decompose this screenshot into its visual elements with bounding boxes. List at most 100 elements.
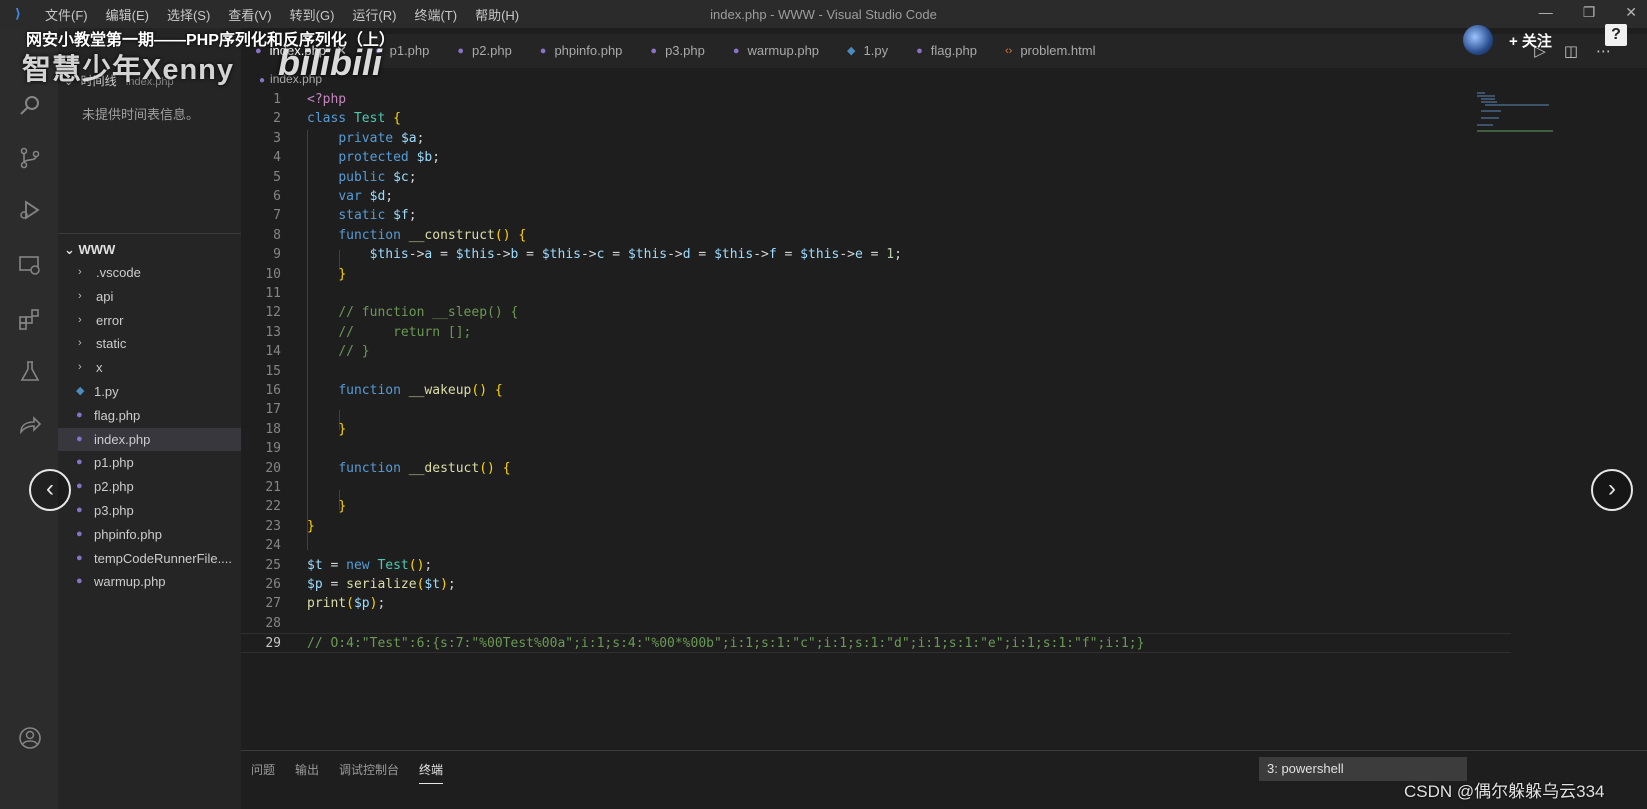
code-line[interactable]: 23} (241, 517, 1511, 537)
follow-button[interactable]: + 关注 (1509, 30, 1552, 51)
file-p1-php[interactable]: ● p1.php (58, 451, 241, 475)
tab-flag-php[interactable]: ● flag.php (902, 34, 991, 68)
tab-warmup-php[interactable]: ● warmup.php (719, 34, 833, 68)
code-line[interactable]: 1 <?php (241, 90, 1511, 110)
code-line[interactable]: 27 print($p); (241, 594, 1511, 614)
php-file-icon: ● (76, 480, 83, 493)
tab-debug-console[interactable]: 调试控制台 (339, 761, 399, 784)
close-icon[interactable]: ✕ (1625, 4, 1637, 21)
maximize-icon[interactable]: ❐ (1583, 4, 1596, 21)
source-control-icon[interactable] (17, 146, 43, 172)
php-file-icon: ● (76, 575, 83, 588)
tab-1-py[interactable]: ◆ 1.py (833, 34, 902, 68)
code-line[interactable]: 3 private $a; (241, 129, 1511, 149)
file-p3-php[interactable]: ● p3.php (58, 499, 241, 523)
file-1-py[interactable]: ◆ 1.py (58, 380, 241, 404)
folder-api[interactable]: › api (58, 285, 241, 309)
code-text: print($p); (307, 596, 386, 612)
code-line[interactable]: 21 (241, 478, 1511, 498)
testing-flask-icon[interactable] (17, 360, 43, 386)
python-file-icon: ◆ (847, 45, 856, 57)
minimap-line (1477, 95, 1495, 97)
php-file-icon: ● (76, 408, 83, 421)
minimap[interactable] (1473, 90, 1563, 140)
code-line[interactable]: 15 (241, 362, 1511, 382)
code-line[interactable]: 28 (241, 614, 1511, 634)
timeline-empty-message: 未提供时间表信息。 (82, 107, 200, 122)
root-folder[interactable]: ⌄ WWW (58, 238, 241, 261)
code-line[interactable]: 17 (241, 400, 1511, 420)
file-phpinfo-php[interactable]: ● phpinfo.php (58, 523, 241, 547)
code-line[interactable]: 8 function __construct() { (241, 226, 1511, 246)
code-line[interactable]: 13 // return []; (241, 323, 1511, 343)
file-warmup-php[interactable]: ● warmup.php (58, 570, 241, 594)
folder-static[interactable]: › static (58, 332, 241, 356)
folder-error[interactable]: › error (58, 309, 241, 333)
file-explorer: ⌄ WWW › .vscode › api › error › static › x ◆ 1… (58, 238, 241, 594)
tab-label: problem.html (1020, 43, 1096, 58)
menu-terminal[interactable]: 终端(T) (405, 5, 466, 24)
help-icon[interactable]: ? (1605, 24, 1627, 46)
tab-phpinfo-php[interactable]: ● phpinfo.php (526, 34, 637, 68)
tab-p2-php[interactable]: ● p2.php (443, 34, 525, 68)
code-line[interactable]: 12 // function __sleep() { (241, 303, 1511, 323)
code-editor[interactable]: 1 <?php 2 class Test {3 private $a; 4 protec… (241, 90, 1647, 750)
previous-arrow-icon[interactable]: ‹ (29, 469, 71, 511)
tab-p3-php[interactable]: ● p3.php (636, 34, 718, 68)
code-line[interactable]: 19 (241, 439, 1511, 459)
folder-x[interactable]: › x (58, 356, 241, 380)
folder-vscode[interactable]: › .vscode (58, 261, 241, 285)
tab-problems[interactable]: 问题 (251, 761, 275, 784)
code-line[interactable]: 9 $this->a = $this->b = $this->c = $this… (241, 245, 1511, 265)
line-number: 7 (273, 208, 281, 224)
menu-go[interactable]: 转到(G) (281, 5, 344, 24)
code-line[interactable]: 11 (241, 284, 1511, 304)
window-controls: — ❐ ✕ (1539, 4, 1637, 21)
code-line[interactable]: 25 $t = new Test(); (241, 556, 1511, 576)
uploader-avatar[interactable] (1463, 25, 1493, 55)
code-line[interactable]: 6 var $d; (241, 187, 1511, 207)
code-line[interactable]: 18 } (241, 420, 1511, 440)
menu-selection[interactable]: 选择(S) (158, 5, 219, 24)
code-line[interactable]: 16 function __wakeup() { (241, 381, 1511, 401)
code-line[interactable]: 4 protected $b; (241, 148, 1511, 168)
vertical-scrollbar[interactable] (1633, 90, 1647, 750)
code-line[interactable]: 5 public $c; (241, 168, 1511, 188)
code-text: static $f; (338, 208, 417, 224)
account-icon[interactable] (17, 726, 43, 752)
line-number: 9 (273, 247, 281, 263)
tab-terminal[interactable]: 终端 (419, 761, 444, 784)
menu-edit[interactable]: 编辑(E) (97, 5, 158, 24)
tab-output[interactable]: 输出 (295, 761, 319, 784)
code-line[interactable]: 29 // O:4:"Test":6:{s:7:"%00Test%00a";i:1… (241, 633, 1511, 654)
search-icon[interactable] (17, 94, 43, 120)
code-line[interactable]: 26 $p = serialize($t); (241, 575, 1511, 595)
menu-help[interactable]: 帮助(H) (466, 5, 528, 24)
follow-widget[interactable]: + 关注 (1463, 24, 1621, 56)
code-line[interactable]: 14 // } (241, 342, 1511, 362)
code-line[interactable]: 24 (241, 536, 1511, 556)
code-line[interactable]: 2 class Test { (241, 109, 1511, 129)
minimize-icon[interactable]: — (1539, 4, 1553, 21)
file-flag-php[interactable]: ● flag.php (58, 404, 241, 428)
file-index-php[interactable]: ● index.php (58, 427, 241, 452)
menu-file[interactable]: 文件(F) (36, 5, 97, 24)
remote-explorer-icon[interactable] (17, 253, 43, 279)
file-p2-php[interactable]: ● p2.php (58, 475, 241, 499)
line-number: 27 (265, 596, 281, 612)
code-line[interactable]: 20 function __destuct() { (241, 459, 1511, 479)
next-arrow-icon[interactable]: › (1591, 469, 1633, 511)
tab-problem-html[interactable]: ‹› problem.html (991, 34, 1109, 68)
live-share-icon[interactable] (17, 414, 43, 440)
file-tempcoderunner[interactable]: ● tempCodeRunnerFile.... (58, 547, 241, 571)
extensions-icon[interactable] (17, 307, 43, 333)
menu-run[interactable]: 运行(R) (343, 5, 405, 24)
line-number: 13 (265, 324, 281, 340)
menu-view[interactable]: 查看(V) (219, 5, 280, 24)
line-number: 24 (265, 538, 281, 554)
line-number: 18 (265, 421, 281, 437)
code-line[interactable]: 7 static $f; (241, 206, 1511, 226)
run-debug-icon[interactable] (17, 198, 43, 224)
code-line[interactable]: 22 } (241, 497, 1511, 517)
code-line[interactable]: 10 } (241, 265, 1511, 285)
